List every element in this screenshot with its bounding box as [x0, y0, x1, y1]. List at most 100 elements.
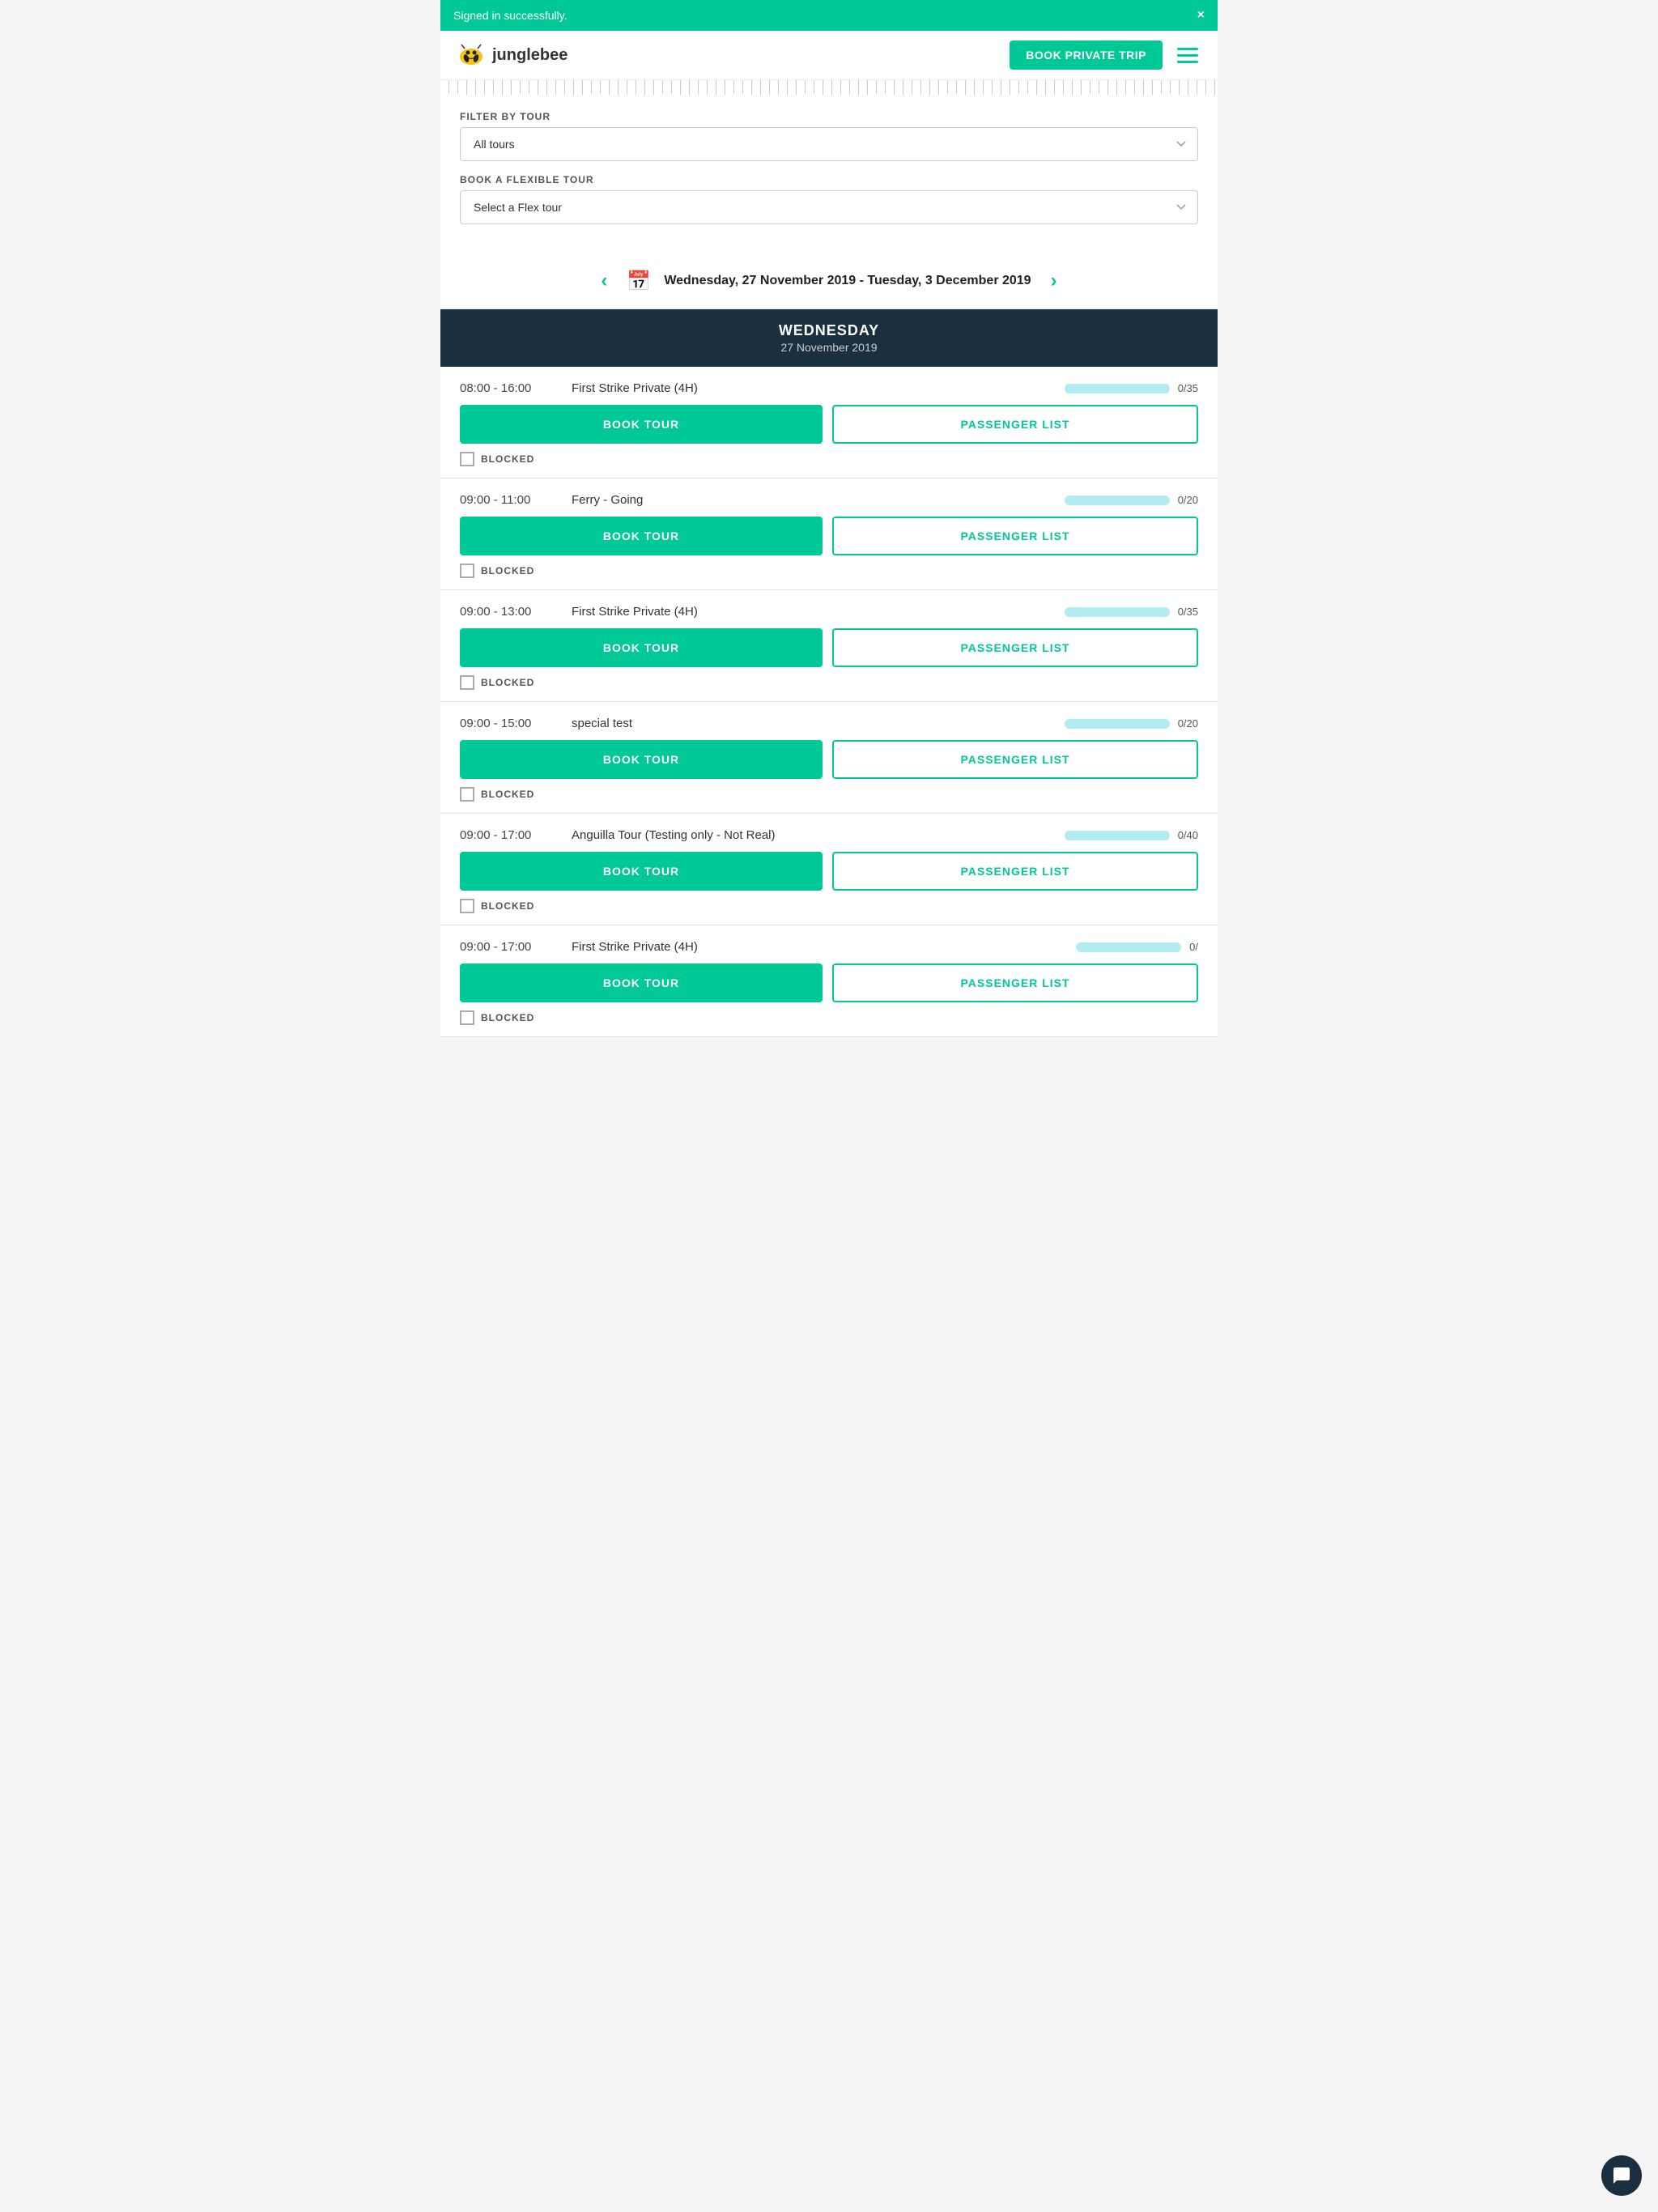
tour-time: 08:00 - 16:00 — [460, 381, 565, 395]
day-header: WEDNESDAY 27 November 2019 — [440, 309, 1218, 367]
blocked-row: BLOCKED — [460, 787, 1198, 802]
hamburger-line-3 — [1177, 61, 1198, 63]
tour-info-row: 09:00 - 15:00 special test 0/20 — [460, 717, 1198, 730]
filter-section: FILTER BY TOUR All tours BOOK A FLEXIBLE… — [440, 95, 1218, 253]
blocked-label: BLOCKED — [481, 1012, 534, 1023]
capacity-area: 0/ — [1052, 941, 1198, 953]
blocked-checkbox[interactable] — [460, 787, 474, 802]
book-tour-btn[interactable]: BOOK TOUR — [460, 405, 823, 444]
capacity-text: 0/20 — [1178, 494, 1198, 506]
blocked-label: BLOCKED — [481, 677, 534, 688]
tour-item: 09:00 - 17:00 Anguilla Tour (Testing onl… — [440, 814, 1218, 925]
capacity-text: 0/20 — [1178, 717, 1198, 730]
tour-buttons: BOOK TOUR PASSENGER LIST — [460, 740, 1198, 779]
hamburger-line-1 — [1177, 48, 1198, 50]
passenger-list-btn[interactable]: PASSENGER LIST — [832, 963, 1198, 1002]
tour-time: 09:00 - 17:00 — [460, 828, 565, 842]
tour-info-row: 09:00 - 11:00 Ferry - Going 0/20 — [460, 493, 1198, 507]
blocked-checkbox[interactable] — [460, 675, 474, 690]
capacity-text: 0/35 — [1178, 606, 1198, 618]
logo-text: junglebee — [492, 46, 568, 65]
next-week-btn[interactable]: › — [1044, 266, 1064, 296]
capacity-bar-bg — [1065, 719, 1170, 729]
blocked-checkbox[interactable] — [460, 564, 474, 578]
tour-time: 09:00 - 11:00 — [460, 493, 565, 507]
success-banner: Signed in successfully. × — [440, 0, 1218, 31]
capacity-bar-bg — [1065, 496, 1170, 505]
calendar-icon: 📅 — [627, 270, 651, 293]
blocked-label: BLOCKED — [481, 900, 534, 912]
logo-area: junglebee — [457, 40, 568, 70]
tour-buttons: BOOK TOUR PASSENGER LIST — [460, 517, 1198, 555]
book-tour-btn[interactable]: BOOK TOUR — [460, 628, 823, 667]
book-tour-btn[interactable]: BOOK TOUR — [460, 963, 823, 1002]
capacity-bar-bg — [1065, 607, 1170, 617]
capacity-area: 0/20 — [1052, 494, 1198, 506]
tour-item: 09:00 - 17:00 First Strike Private (4H) … — [440, 925, 1218, 1037]
header: junglebee BOOK PRIVATE TRIP — [440, 31, 1218, 80]
tour-buttons: BOOK TOUR PASSENGER LIST — [460, 963, 1198, 1002]
tour-name: Ferry - Going — [572, 493, 1052, 507]
date-range-text: Wednesday, 27 November 2019 - Tuesday, 3… — [664, 274, 1031, 288]
tour-info-row: 09:00 - 17:00 Anguilla Tour (Testing onl… — [460, 828, 1198, 842]
chat-button[interactable] — [1601, 2155, 1642, 2196]
date-navigation: ‹ 📅 Wednesday, 27 November 2019 - Tuesda… — [440, 253, 1218, 309]
passenger-list-btn[interactable]: PASSENGER LIST — [832, 517, 1198, 555]
tour-info-row: 08:00 - 16:00 First Strike Private (4H) … — [460, 381, 1198, 395]
tour-name: First Strike Private (4H) — [572, 605, 1052, 619]
filter-by-tour-label: FILTER BY TOUR — [460, 111, 1198, 122]
logo-icon — [457, 40, 486, 70]
tour-info-row: 09:00 - 17:00 First Strike Private (4H) … — [460, 940, 1198, 954]
tour-item: 09:00 - 13:00 First Strike Private (4H) … — [440, 590, 1218, 702]
blocked-label: BLOCKED — [481, 565, 534, 576]
day-name: WEDNESDAY — [453, 322, 1205, 339]
capacity-bar-bg — [1076, 942, 1181, 952]
capacity-area: 0/35 — [1052, 382, 1198, 394]
book-tour-btn[interactable]: BOOK TOUR — [460, 740, 823, 779]
capacity-bar-bg — [1065, 384, 1170, 393]
capacity-area: 0/40 — [1052, 829, 1198, 841]
passenger-list-btn[interactable]: PASSENGER LIST — [832, 852, 1198, 891]
chat-icon — [1612, 2166, 1631, 2185]
tour-item: 08:00 - 16:00 First Strike Private (4H) … — [440, 367, 1218, 479]
day-date: 27 November 2019 — [453, 341, 1205, 354]
book-private-btn[interactable]: BOOK PRIVATE TRIP — [1010, 40, 1163, 70]
tour-name: special test — [572, 717, 1052, 730]
capacity-text: 0/35 — [1178, 382, 1198, 394]
book-tour-btn[interactable]: BOOK TOUR — [460, 517, 823, 555]
tour-time: 09:00 - 15:00 — [460, 717, 565, 730]
tour-name: Anguilla Tour (Testing only - Not Real) — [572, 828, 1052, 842]
flex-tour-label: BOOK A FLEXIBLE TOUR — [460, 174, 1198, 185]
blocked-checkbox[interactable] — [460, 1010, 474, 1025]
capacity-area: 0/20 — [1052, 717, 1198, 730]
passenger-list-btn[interactable]: PASSENGER LIST — [832, 628, 1198, 667]
blocked-row: BLOCKED — [460, 564, 1198, 578]
flex-tour-select[interactable]: Select a Flex tour — [460, 190, 1198, 224]
tour-buttons: BOOK TOUR PASSENGER LIST — [460, 628, 1198, 667]
filter-by-tour-select[interactable]: All tours — [460, 127, 1198, 161]
capacity-text: 0/40 — [1178, 829, 1198, 841]
tour-name: First Strike Private (4H) — [572, 381, 1052, 395]
banner-message: Signed in successfully. — [453, 9, 568, 22]
banner-close[interactable]: × — [1197, 8, 1205, 23]
passenger-list-btn[interactable]: PASSENGER LIST — [832, 405, 1198, 444]
tour-info-row: 09:00 - 13:00 First Strike Private (4H) … — [460, 605, 1198, 619]
blocked-row: BLOCKED — [460, 675, 1198, 690]
prev-week-btn[interactable]: ‹ — [594, 266, 614, 296]
tour-item: 09:00 - 11:00 Ferry - Going 0/20 BOOK TO… — [440, 479, 1218, 590]
capacity-text: 0/ — [1189, 941, 1198, 953]
capacity-area: 0/35 — [1052, 606, 1198, 618]
tour-buttons: BOOK TOUR PASSENGER LIST — [460, 405, 1198, 444]
hamburger-menu-btn[interactable] — [1174, 45, 1201, 66]
blocked-checkbox[interactable] — [460, 899, 474, 913]
blocked-label: BLOCKED — [481, 789, 534, 800]
book-tour-btn[interactable]: BOOK TOUR — [460, 852, 823, 891]
passenger-list-btn[interactable]: PASSENGER LIST — [832, 740, 1198, 779]
tours-container: 08:00 - 16:00 First Strike Private (4H) … — [440, 367, 1218, 1037]
blocked-checkbox[interactable] — [460, 452, 474, 466]
zigzag-divider — [440, 80, 1218, 95]
capacity-bar-bg — [1065, 831, 1170, 840]
blocked-row: BLOCKED — [460, 452, 1198, 466]
tour-time: 09:00 - 13:00 — [460, 605, 565, 619]
tour-time: 09:00 - 17:00 — [460, 940, 565, 954]
